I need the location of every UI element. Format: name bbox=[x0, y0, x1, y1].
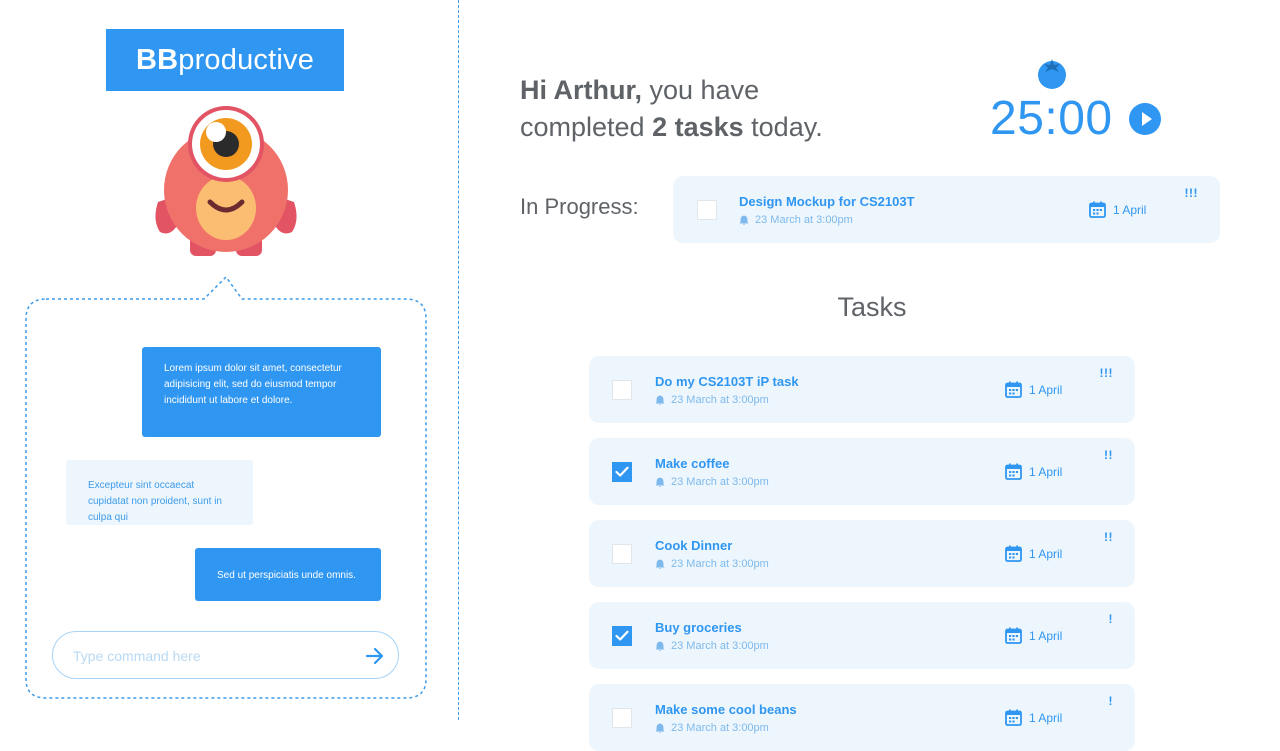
due-text: 1 April bbox=[1029, 710, 1063, 725]
due-text: 1 April bbox=[1113, 202, 1147, 217]
task-due: 1 April bbox=[1005, 463, 1062, 480]
check-icon bbox=[615, 466, 629, 477]
task-title: Design Mockup for CS2103T bbox=[739, 194, 915, 209]
task-card[interactable]: Cook Dinner 23 March at 3:00pm 1 April!! bbox=[589, 520, 1135, 587]
chat-message-user: Excepteur sint occaecat cupidatat non pr… bbox=[66, 460, 253, 525]
task-due: 1 April bbox=[1005, 381, 1062, 398]
app-logo: BB productive bbox=[106, 29, 344, 91]
calendar-icon bbox=[1089, 201, 1106, 218]
bell-icon bbox=[655, 559, 665, 569]
reminder-text: 23 March at 3:00pm bbox=[755, 214, 853, 226]
task-priority: !!! bbox=[1099, 366, 1113, 380]
task-due: 1 April bbox=[1005, 545, 1062, 562]
task-card[interactable]: Buy groceries 23 March at 3:00pm 1 April! bbox=[589, 602, 1135, 669]
task-priority: ! bbox=[1108, 612, 1113, 626]
completed-count: 2 tasks bbox=[652, 112, 744, 142]
logo-rest: productive bbox=[178, 43, 315, 76]
arrow-right-icon[interactable] bbox=[364, 645, 386, 667]
task-card[interactable]: Do my CS2103T iP task 23 March at 3:00pm 1… bbox=[589, 356, 1135, 423]
greeting-text: you have bbox=[642, 75, 760, 105]
task-title: Make coffee bbox=[655, 456, 730, 471]
play-icon[interactable] bbox=[1128, 102, 1162, 136]
task-title: Cook Dinner bbox=[655, 538, 733, 553]
command-input[interactable] bbox=[71, 644, 345, 668]
task-checkbox[interactable] bbox=[612, 626, 632, 646]
tomato-icon bbox=[1038, 59, 1066, 89]
in-progress-label: In Progress: bbox=[520, 194, 639, 219]
due-text: 1 April bbox=[1029, 464, 1063, 479]
check-icon bbox=[615, 630, 629, 641]
reminder-text: 23 March at 3:00pm bbox=[671, 722, 769, 734]
task-checkbox[interactable] bbox=[612, 544, 632, 564]
calendar-icon bbox=[1005, 463, 1022, 480]
task-due: 1 April bbox=[1089, 201, 1146, 218]
reminder-text: 23 March at 3:00pm bbox=[671, 476, 769, 488]
mascot-icon bbox=[155, 106, 297, 256]
bell-icon bbox=[655, 723, 665, 733]
reminder-text: 23 March at 3:00pm bbox=[671, 558, 769, 570]
due-text: 1 April bbox=[1029, 382, 1063, 397]
panel-divider bbox=[458, 0, 459, 720]
bell-icon bbox=[655, 395, 665, 405]
bell-icon bbox=[739, 215, 749, 225]
greeting-text: completed bbox=[520, 112, 653, 142]
due-text: 1 April bbox=[1029, 546, 1063, 561]
calendar-icon bbox=[1005, 545, 1022, 562]
bell-icon bbox=[655, 477, 665, 487]
calendar-icon bbox=[1005, 627, 1022, 644]
task-checkbox[interactable] bbox=[612, 380, 632, 400]
task-priority: !!! bbox=[1184, 186, 1198, 200]
task-title: Buy groceries bbox=[655, 620, 742, 635]
task-priority: !! bbox=[1104, 448, 1113, 462]
task-priority: ! bbox=[1108, 694, 1113, 708]
task-reminder: 23 March at 3:00pm bbox=[655, 394, 769, 406]
calendar-icon bbox=[1005, 381, 1022, 398]
task-checkbox[interactable] bbox=[612, 708, 632, 728]
pomodoro-timer: 25:00 bbox=[990, 92, 1113, 145]
task-priority: !! bbox=[1104, 530, 1113, 544]
logo-bold: BB bbox=[135, 43, 179, 76]
task-card[interactable]: Make some cool beans 23 March at 3:00pm 1 … bbox=[589, 684, 1135, 751]
task-card[interactable]: Make coffee 23 March at 3:00pm 1 April!! bbox=[589, 438, 1135, 505]
reminder-text: 23 March at 3:00pm bbox=[671, 640, 769, 652]
command-input-box bbox=[52, 631, 399, 679]
task-reminder: 23 March at 3:00pm bbox=[655, 722, 769, 734]
greeting-text: today. bbox=[743, 112, 823, 142]
tasks-heading: Tasks bbox=[837, 292, 907, 322]
bell-icon bbox=[655, 641, 665, 651]
task-reminder: 23 March at 3:00pm bbox=[655, 558, 769, 570]
task-title: Do my CS2103T iP task bbox=[655, 374, 799, 389]
task-due: 1 April bbox=[1005, 627, 1062, 644]
task-title: Make some cool beans bbox=[655, 702, 797, 717]
task-reminder: 23 March at 3:00pm bbox=[655, 476, 769, 488]
due-text: 1 April bbox=[1029, 628, 1063, 643]
task-reminder: 23 March at 3:00pm bbox=[739, 214, 853, 226]
task-checkbox[interactable] bbox=[697, 200, 717, 220]
greeting: Hi Arthur, you have completed 2 tasks to… bbox=[520, 72, 823, 146]
task-due: 1 April bbox=[1005, 709, 1062, 726]
calendar-icon bbox=[1005, 709, 1022, 726]
chat-message-bot: Sed ut perspiciatis unde omnis. bbox=[195, 548, 381, 601]
reminder-text: 23 March at 3:00pm bbox=[671, 394, 769, 406]
sidebar: BB productive Lorem ipsum dolor sit amet,… bbox=[0, 0, 458, 720]
greeting-name: Hi Arthur, bbox=[520, 75, 643, 105]
task-reminder: 23 March at 3:00pm bbox=[655, 640, 769, 652]
task-checkbox[interactable] bbox=[612, 462, 632, 482]
in-progress-task-card[interactable]: Design Mockup for CS2103T 23 March at 3:… bbox=[673, 176, 1220, 243]
chat-message-bot: Lorem ipsum dolor sit amet, consectetur … bbox=[142, 347, 381, 437]
